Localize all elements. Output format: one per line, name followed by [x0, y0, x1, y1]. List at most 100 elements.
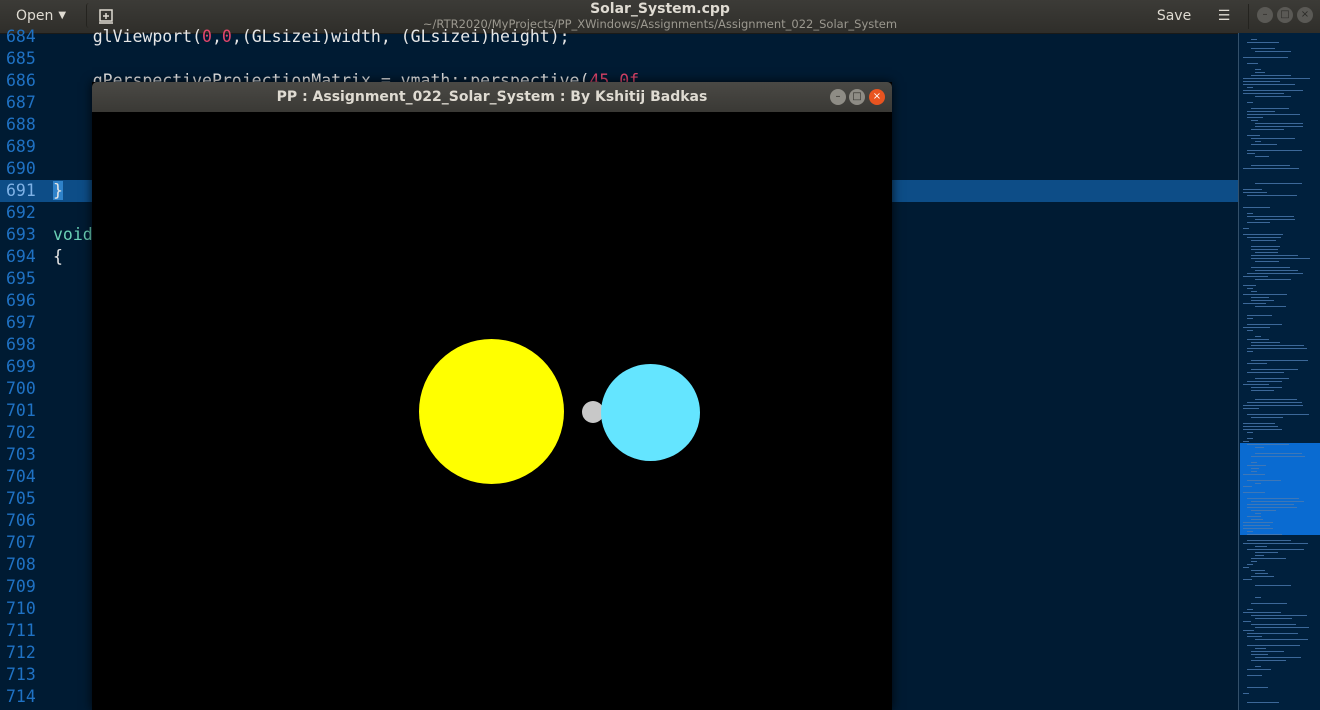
minimap-line — [1243, 429, 1282, 430]
minimap-line — [1247, 213, 1253, 214]
code-line-693[interactable]: void — [53, 224, 93, 246]
gl-close-button[interactable]: × — [869, 89, 885, 105]
line-number: 695 — [6, 269, 36, 288]
hamburger-menu-button[interactable]: ☰ — [1209, 3, 1239, 28]
code-line-684[interactable]: glViewport(0,0,(GLsizei)width, (GLsizei)… — [53, 26, 570, 48]
minimap-line — [1255, 156, 1269, 157]
window-minimize-button[interactable]: – — [1257, 7, 1273, 23]
code-line-691[interactable]: } — [53, 180, 63, 202]
matched-brace: } — [53, 181, 63, 200]
code-line-694[interactable]: { — [53, 246, 63, 268]
minimap-line — [1251, 561, 1257, 562]
new-document-button[interactable] — [86, 3, 124, 28]
minimap-line — [1247, 348, 1307, 349]
minimap-line — [1251, 165, 1290, 166]
minimap-line — [1247, 87, 1253, 88]
gl-maximize-button[interactable]: □ — [849, 89, 865, 105]
line-number: 700 — [6, 379, 36, 398]
minimap-line — [1247, 135, 1260, 136]
minimap-line — [1255, 126, 1303, 127]
minimap-line — [1247, 381, 1282, 382]
minimap-line — [1247, 534, 1282, 535]
line-number: 710 — [6, 599, 36, 618]
code-text: , — [211, 27, 222, 46]
minimap-line — [1251, 255, 1298, 256]
minimap-line — [1255, 69, 1261, 70]
minimap-line — [1251, 501, 1304, 502]
minimap-line — [1247, 687, 1268, 688]
minimap-line — [1247, 633, 1298, 634]
minimap-line — [1251, 510, 1276, 511]
minimap-line — [1243, 189, 1262, 190]
minimap-line — [1251, 39, 1257, 40]
minimap-line — [1251, 576, 1274, 577]
line-number: 704 — [6, 467, 36, 486]
minimap-line — [1243, 81, 1280, 82]
gl-minimize-button[interactable]: – — [830, 89, 846, 105]
line-number-gutter: 684 685 686 687 688 689 690 691 692 693 694 695 696 6… — [0, 27, 48, 710]
minimap-line — [1247, 42, 1279, 43]
minimap-line — [1255, 141, 1261, 142]
minimap-line — [1247, 288, 1253, 289]
line-number: 687 — [6, 93, 36, 112]
minimap-line — [1243, 234, 1283, 235]
save-button[interactable]: Save — [1147, 3, 1201, 28]
line-number: 691 — [6, 181, 36, 200]
minimap-line — [1243, 57, 1288, 58]
minimap-line — [1255, 597, 1261, 598]
minimap-line — [1251, 120, 1258, 121]
minimap-line — [1247, 645, 1300, 646]
minimap-line — [1247, 402, 1302, 403]
line-number: 705 — [6, 489, 36, 508]
minimap-line — [1255, 573, 1268, 574]
minimap-line — [1247, 480, 1281, 481]
minimap-line — [1247, 216, 1294, 217]
sun-sphere — [419, 339, 564, 484]
minimap-line — [1247, 63, 1258, 64]
minimap-line — [1251, 297, 1269, 298]
gl-window-titlebar[interactable]: PP : Assignment_022_Solar_System : By Ks… — [92, 82, 892, 112]
minimap-line — [1247, 315, 1272, 316]
minimap-line — [1243, 486, 1252, 487]
minimap-line — [1255, 618, 1292, 619]
line-number: 685 — [6, 49, 36, 68]
minimap-line — [1243, 78, 1310, 79]
minimap-line — [1243, 426, 1278, 427]
earth-sphere — [601, 364, 700, 461]
new-tab-icon — [98, 8, 113, 24]
open-button[interactable]: Open ▼ — [10, 3, 72, 28]
minimap-line — [1251, 387, 1282, 388]
minimap-line — [1251, 456, 1305, 457]
minimap-line — [1255, 183, 1302, 184]
minimap-line — [1247, 237, 1281, 238]
minimap-line — [1247, 444, 1289, 445]
chevron-down-icon: ▼ — [58, 10, 67, 21]
window-maximize-button[interactable]: □ — [1277, 7, 1293, 23]
minimap-line — [1243, 492, 1265, 493]
minimap[interactable] — [1238, 33, 1320, 710]
minimap-line — [1247, 222, 1270, 223]
minimap-line — [1243, 276, 1268, 277]
minimap-line — [1247, 363, 1267, 364]
opengl-window[interactable]: PP : Assignment_022_Solar_System : By Ks… — [92, 82, 892, 710]
minimize-icon: – — [1262, 9, 1268, 20]
minimap-line — [1255, 639, 1308, 640]
gl-render-canvas[interactable] — [92, 112, 892, 710]
minimap-line — [1251, 291, 1257, 292]
minimap-line — [1247, 117, 1263, 118]
minimap-line — [1247, 351, 1253, 352]
minimap-line — [1247, 414, 1309, 415]
open-button-label: Open — [15, 7, 54, 24]
minimap-line — [1247, 636, 1262, 637]
minimap-line — [1243, 90, 1303, 91]
minimap-line — [1247, 330, 1253, 331]
minimap-line — [1243, 612, 1281, 613]
window-close-button[interactable]: × — [1297, 7, 1313, 23]
line-number: 688 — [6, 115, 36, 134]
minimap-line — [1255, 270, 1298, 271]
minimap-line — [1255, 555, 1264, 556]
minimap-line — [1255, 51, 1291, 52]
minimap-line — [1251, 624, 1296, 625]
minimap-line — [1255, 123, 1303, 124]
minimap-line — [1255, 306, 1286, 307]
